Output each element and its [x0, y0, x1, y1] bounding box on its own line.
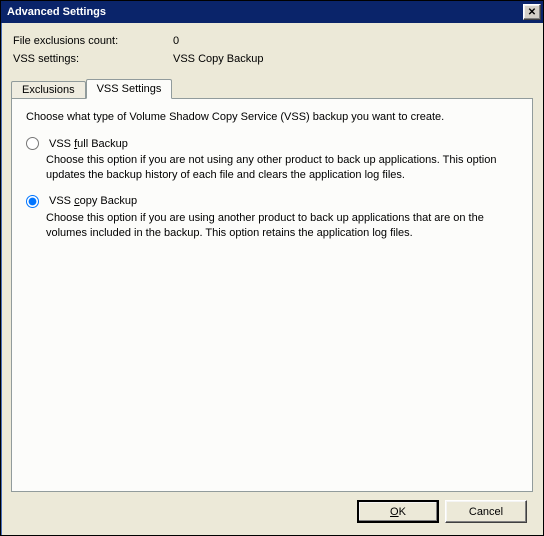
cancel-button[interactable]: Cancel [445, 500, 527, 523]
advanced-settings-dialog: Advanced Settings ✕ File exclusions coun… [0, 0, 544, 536]
ok-button[interactable]: OK [357, 500, 439, 523]
tab-vss-settings[interactable]: VSS Settings [86, 79, 173, 99]
file-exclusions-label: File exclusions count: [13, 35, 173, 47]
vss-settings-row: VSS settings: VSS Copy Backup [13, 53, 533, 65]
radio-vss-full[interactable] [26, 137, 39, 150]
file-exclusions-row: File exclusions count: 0 [13, 35, 533, 47]
vss-intro-text: Choose what type of Volume Shadow Copy S… [26, 111, 520, 123]
tab-exclusions[interactable]: Exclusions [11, 81, 86, 98]
radio-vss-copy-desc: Choose this option if you are using anot… [46, 211, 520, 241]
radio-vss-full-label: VSS full Backup [49, 138, 128, 150]
button-row: OK Cancel [11, 492, 533, 527]
cancel-button-label: Cancel [469, 506, 503, 518]
ok-button-label: OK [390, 506, 406, 518]
dialog-body: File exclusions count: 0 VSS settings: V… [1, 23, 543, 535]
vss-settings-value: VSS Copy Backup [173, 53, 264, 65]
window-title: Advanced Settings [7, 6, 523, 18]
option-vss-copy-head[interactable]: VSS copy Backup [26, 195, 520, 208]
option-vss-full-head[interactable]: VSS full Backup [26, 137, 520, 150]
radio-vss-copy-label: VSS copy Backup [49, 195, 137, 207]
vss-settings-label: VSS settings: [13, 53, 173, 65]
option-vss-copy: VSS copy Backup Choose this option if yo… [26, 195, 520, 241]
titlebar: Advanced Settings ✕ [1, 1, 543, 23]
option-vss-full: VSS full Backup Choose this option if yo… [26, 137, 520, 183]
tab-panel-vss: Choose what type of Volume Shadow Copy S… [11, 98, 533, 492]
file-exclusions-value: 0 [173, 35, 179, 47]
close-icon[interactable]: ✕ [523, 4, 541, 20]
tab-container: Exclusions VSS Settings Choose what type… [11, 77, 533, 492]
radio-vss-copy[interactable] [26, 195, 39, 208]
radio-vss-full-desc: Choose this option if you are not using … [46, 153, 520, 183]
tab-row: Exclusions VSS Settings [11, 77, 533, 98]
